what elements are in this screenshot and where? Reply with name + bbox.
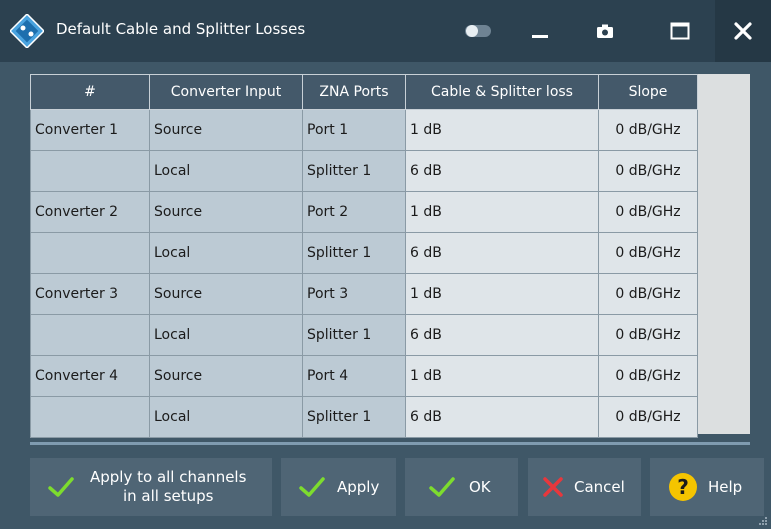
maximize-icon: [670, 22, 690, 40]
slope-cell[interactable]: 0 dB/GHz: [598, 150, 698, 192]
close-button[interactable]: [715, 0, 771, 62]
screenshot-button[interactable]: [577, 0, 633, 62]
minimize-button[interactable]: [512, 0, 568, 62]
loss-cell[interactable]: 1 dB: [405, 355, 599, 397]
converter-input-cell: Source: [149, 191, 303, 233]
slope-cell[interactable]: 0 dB/GHz: [598, 273, 698, 315]
column-header-cable-splitter-loss: Cable & Splitter loss: [405, 74, 599, 110]
converter-cell: [30, 314, 150, 356]
apply-label: Apply: [337, 478, 380, 496]
camera-icon: [597, 24, 613, 38]
zna-port-cell: Splitter 1: [302, 396, 406, 438]
table-row: Local Splitter 1 6 dB 0 dB/GHz: [30, 314, 698, 356]
column-header-converter-input: Converter Input: [149, 74, 303, 110]
dialog-window: Default Cable and Splitter Losses # Conv…: [0, 0, 771, 529]
column-header-slope: Slope: [598, 74, 698, 110]
title-bar[interactable]: Default Cable and Splitter Losses: [0, 0, 771, 62]
slope-cell[interactable]: 0 dB/GHz: [598, 314, 698, 356]
rohde-schwarz-logo-icon: [10, 14, 44, 48]
converter-cell: Converter 3: [30, 273, 150, 315]
divider: [30, 442, 750, 445]
slope-cell[interactable]: 0 dB/GHz: [598, 109, 698, 151]
converter-input-cell: Source: [149, 273, 303, 315]
apply-to-all-label-line2: in all setups: [122, 487, 214, 505]
converter-cell: [30, 232, 150, 274]
zna-port-cell: Splitter 1: [302, 314, 406, 356]
table-row: Converter 1 Source Port 1 1 dB 0 dB/GHz: [30, 109, 698, 151]
converter-input-cell: Source: [149, 355, 303, 397]
losses-table: # Converter Input ZNA Ports Cable & Spli…: [30, 74, 698, 438]
cancel-x-icon: [542, 476, 564, 498]
converter-cell: Converter 4: [30, 355, 150, 397]
zna-port-cell: Port 1: [302, 109, 406, 151]
converter-input-cell: Source: [149, 109, 303, 151]
column-header-number: #: [30, 74, 150, 110]
help-symbol: ?: [677, 475, 689, 499]
loss-cell[interactable]: 1 dB: [405, 191, 599, 233]
converter-cell: Converter 1: [30, 109, 150, 151]
zna-port-cell: Port 2: [302, 191, 406, 233]
zna-port-cell: Splitter 1: [302, 232, 406, 274]
zna-port-cell: Splitter 1: [302, 150, 406, 192]
checkmark-icon: [429, 476, 455, 498]
converter-input-cell: Local: [149, 396, 303, 438]
toggle-icon: [465, 25, 491, 37]
minimize-icon: [532, 35, 548, 38]
converter-input-cell: Local: [149, 314, 303, 356]
maximize-button[interactable]: [652, 0, 708, 62]
toggle-button[interactable]: [450, 0, 506, 62]
table-header-row: # Converter Input ZNA Ports Cable & Spli…: [30, 74, 698, 110]
apply-to-all-label: Apply to all channels in all setups: [90, 468, 246, 506]
converter-input-cell: Local: [149, 150, 303, 192]
slope-cell[interactable]: 0 dB/GHz: [598, 396, 698, 438]
checkmark-icon: [299, 476, 325, 498]
table-row: Local Splitter 1 6 dB 0 dB/GHz: [30, 232, 698, 274]
loss-cell[interactable]: 6 dB: [405, 396, 599, 438]
table-row: Converter 2 Source Port 2 1 dB 0 dB/GHz: [30, 191, 698, 233]
apply-to-all-label-line1: Apply to all channels: [90, 468, 247, 486]
loss-cell[interactable]: 6 dB: [405, 232, 599, 274]
ok-label: OK: [469, 478, 491, 496]
window-title: Default Cable and Splitter Losses: [56, 20, 306, 38]
losses-table-panel: # Converter Input ZNA Ports Cable & Spli…: [30, 74, 750, 438]
loss-cell[interactable]: 6 dB: [405, 150, 599, 192]
zna-port-cell: Port 3: [302, 273, 406, 315]
converter-cell: [30, 150, 150, 192]
column-header-zna-ports: ZNA Ports: [302, 74, 406, 110]
apply-button[interactable]: Apply: [281, 458, 396, 516]
loss-cell[interactable]: 1 dB: [405, 109, 599, 151]
slope-cell[interactable]: 0 dB/GHz: [598, 191, 698, 233]
slope-cell[interactable]: 0 dB/GHz: [598, 232, 698, 274]
converter-cell: [30, 396, 150, 438]
close-icon: [734, 22, 752, 40]
converter-cell: Converter 2: [30, 191, 150, 233]
loss-cell[interactable]: 6 dB: [405, 314, 599, 356]
cancel-label: Cancel: [574, 478, 625, 496]
cancel-button[interactable]: Cancel: [528, 458, 641, 516]
ok-button[interactable]: OK: [405, 458, 518, 516]
help-button[interactable]: ? Help: [650, 458, 764, 516]
table-row: Converter 4 Source Port 4 1 dB 0 dB/GHz: [30, 355, 698, 397]
resize-grip-icon[interactable]: [758, 516, 768, 526]
checkmark-icon: [48, 476, 74, 498]
table-row: Local Splitter 1 6 dB 0 dB/GHz: [30, 396, 698, 438]
zna-port-cell: Port 4: [302, 355, 406, 397]
converter-input-cell: Local: [149, 232, 303, 274]
loss-cell[interactable]: 1 dB: [405, 273, 599, 315]
help-label: Help: [708, 478, 743, 496]
apply-to-all-button[interactable]: Apply to all channels in all setups: [30, 458, 272, 516]
help-icon: ?: [668, 472, 698, 502]
table-row: Converter 3 Source Port 3 1 dB 0 dB/GHz: [30, 273, 698, 315]
table-row: Local Splitter 1 6 dB 0 dB/GHz: [30, 150, 698, 192]
slope-cell[interactable]: 0 dB/GHz: [598, 355, 698, 397]
